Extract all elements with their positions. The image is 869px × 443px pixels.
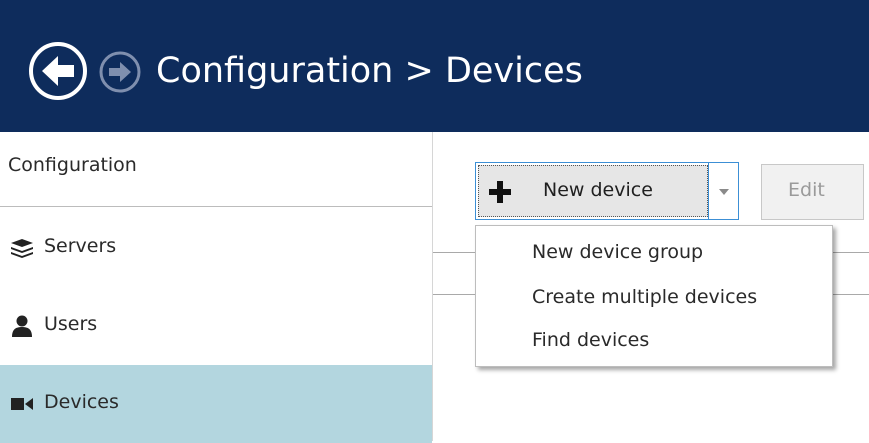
new-device-button[interactable]: New device [475, 162, 711, 220]
menu-item-create-multiple-devices[interactable]: Create multiple devices [532, 286, 757, 308]
sidebar: Configuration Servers Users Devices [0, 132, 433, 443]
back-arrow-circle-icon[interactable] [28, 41, 88, 101]
sidebar-item-users[interactable]: Users [0, 287, 432, 365]
sidebar-item-label: Devices [44, 391, 119, 413]
sidebar-item-label: Servers [44, 235, 117, 257]
new-device-label: New device [543, 179, 653, 201]
edit-button[interactable]: Edit [761, 164, 864, 220]
plus-icon [489, 181, 511, 203]
edit-label: Edit [788, 179, 825, 201]
sidebar-item-devices[interactable]: Devices [0, 365, 432, 443]
forward-arrow-circle-icon[interactable] [98, 50, 142, 94]
user-icon [12, 315, 32, 337]
sidebar-header: Configuration [0, 132, 432, 206]
menu-item-find-devices[interactable]: Find devices [532, 329, 649, 351]
new-device-dropdown-menu: New device group Create multiple devices… [475, 225, 833, 367]
stack-layers-icon [11, 239, 33, 258]
list-divider [833, 294, 869, 295]
sidebar-item-servers[interactable]: Servers [0, 209, 432, 287]
list-divider [833, 252, 869, 253]
chevron-down-icon [719, 189, 729, 195]
sidebar-header-label: Configuration [8, 154, 137, 176]
menu-item-new-device-group[interactable]: New device group [532, 241, 703, 263]
sidebar-divider [0, 206, 432, 207]
page-title: Configuration > Devices [156, 51, 583, 91]
new-device-dropdown-toggle[interactable] [708, 162, 739, 220]
video-camera-icon [11, 398, 33, 410]
title-bar: Configuration > Devices [0, 0, 869, 132]
sidebar-item-label: Users [44, 313, 98, 335]
new-device-button-face[interactable]: New device [478, 165, 708, 217]
